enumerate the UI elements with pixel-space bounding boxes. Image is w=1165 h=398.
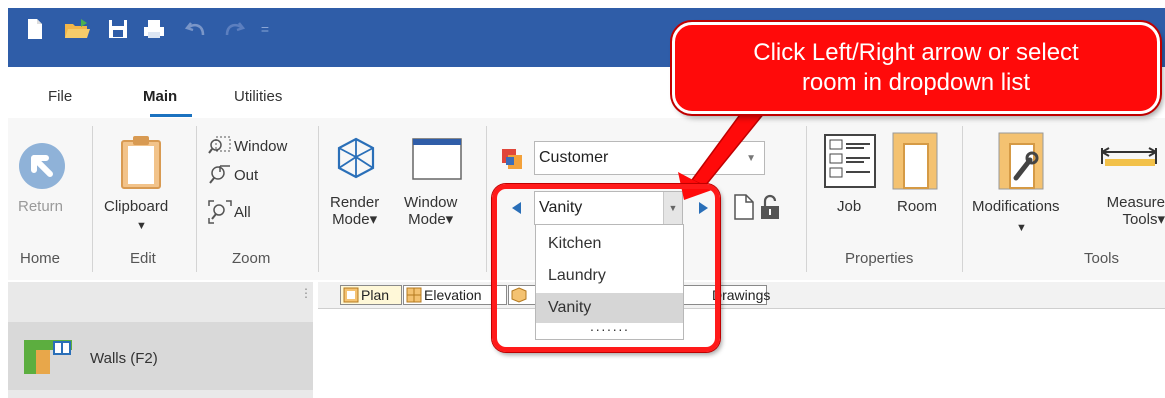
callout-line-2: room in dropdown list bbox=[801, 69, 1031, 96]
room-selector-highlight bbox=[492, 184, 720, 352]
callout-line-1: Click Left/Right arrow or select bbox=[753, 39, 1079, 66]
instruction-callout: Click Left/Right arrow or select room in… bbox=[672, 22, 1160, 114]
